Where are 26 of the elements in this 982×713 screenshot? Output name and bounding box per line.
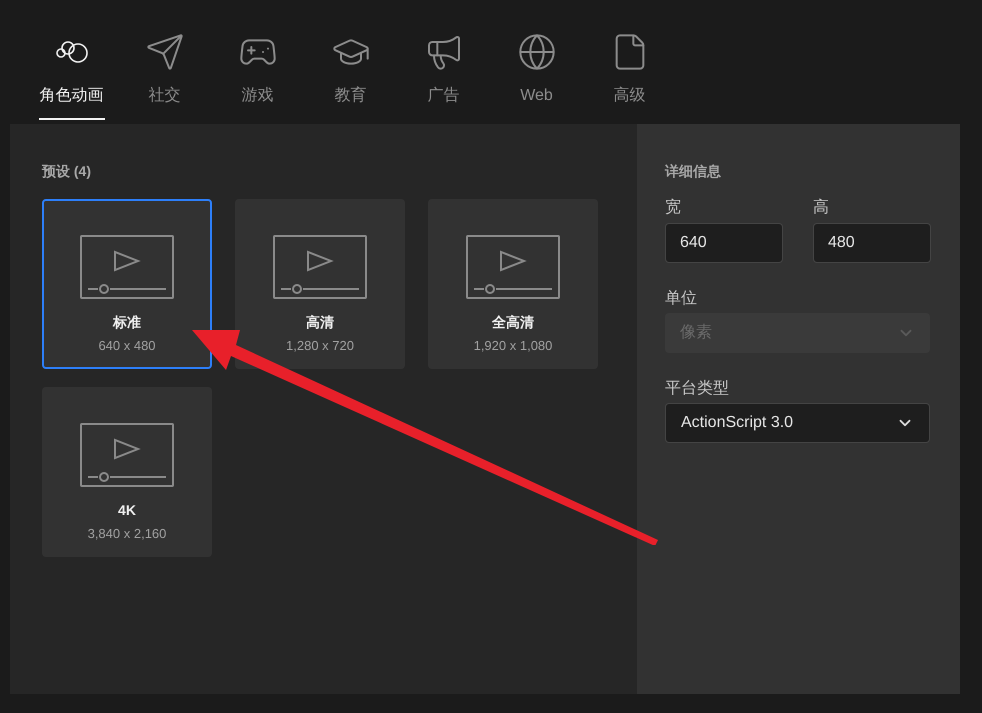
category-tab[interactable]: 社交 <box>118 30 211 124</box>
category-tab[interactable]: 游戏 <box>211 30 304 124</box>
category-tab[interactable]: 角色动画 <box>25 30 118 124</box>
video-player-icon <box>466 235 560 299</box>
video-player-icon <box>273 235 367 299</box>
field-label: 单位 <box>665 289 698 309</box>
preset-card[interactable]: 标准 640 x 480 <box>42 199 212 369</box>
presets-heading: 预设 (4) <box>42 162 92 180</box>
details-heading: 详细信息 <box>665 162 722 180</box>
video-player-icon <box>80 235 174 299</box>
paper-plane-icon <box>144 32 184 72</box>
field-label: 高 <box>813 198 830 218</box>
field-label: 平台类型 <box>665 379 730 399</box>
category-tab[interactable]: 教育 <box>304 30 397 124</box>
preset-card[interactable]: 全高清 1,920 x 1,080 <box>428 199 598 369</box>
preset-card[interactable]: 高清 1,280 x 720 <box>235 199 405 369</box>
category-tab[interactable]: Web <box>490 30 583 124</box>
height-field[interactable]: 480 <box>813 223 931 263</box>
video-player-icon <box>80 423 174 487</box>
category-tab[interactable]: 广告 <box>397 30 490 124</box>
platform-dropdown[interactable]: ActionScript 3.0 <box>665 403 930 443</box>
field-label: 宽 <box>665 198 682 218</box>
preset-card[interactable]: 4K 3,840 x 2,160 <box>42 387 212 557</box>
width-field[interactable]: 640 <box>665 223 783 263</box>
globe-icon <box>516 32 556 72</box>
category-tab[interactable]: 高级 <box>583 30 676 124</box>
